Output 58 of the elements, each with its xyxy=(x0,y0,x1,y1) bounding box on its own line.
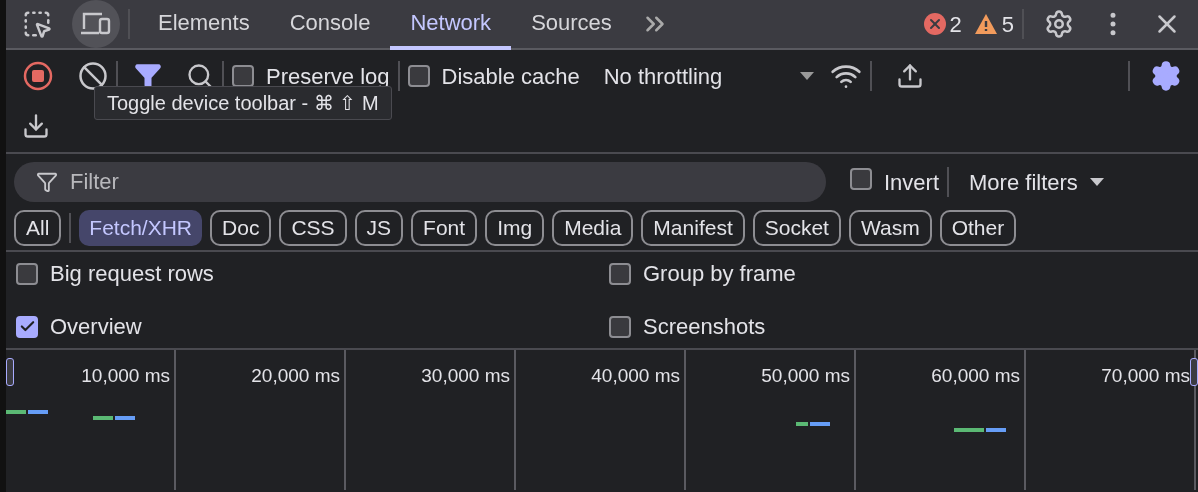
caret-icon xyxy=(1089,178,1104,186)
tooltip: Toggle device toolbar - ⌘ ⇧ M xyxy=(94,86,392,120)
panel-tab[interactable]: Network xyxy=(390,0,512,50)
checkbox[interactable] xyxy=(850,167,872,190)
checkbox[interactable] xyxy=(407,65,430,87)
error-count: 2 xyxy=(949,10,962,39)
settings-icon[interactable] xyxy=(1150,60,1182,92)
time-tick-label: 20,000 ms xyxy=(251,364,340,388)
type-filter-chip[interactable]: CSS xyxy=(279,210,347,246)
checkbox[interactable] xyxy=(16,262,38,285)
checkbox-label: Overview xyxy=(50,313,142,341)
panel-tab[interactable]: Sources xyxy=(511,0,632,50)
type-filter-chip[interactable]: Other xyxy=(939,210,1017,246)
time-tick-label: 30,000 ms xyxy=(421,364,510,388)
checkbox-label: Group by frame xyxy=(643,260,796,288)
clear-icon[interactable] xyxy=(78,61,108,91)
type-filter-chip[interactable]: All xyxy=(14,210,62,246)
caret-icon xyxy=(799,72,814,80)
time-tick-label: 10,000 ms xyxy=(81,364,170,388)
type-filter-chip[interactable]: Wasm xyxy=(848,210,932,246)
type-filter-chip[interactable]: Img xyxy=(485,210,545,246)
device-icon xyxy=(80,11,112,37)
checkbox-label: Screenshots xyxy=(643,313,766,341)
checkbox[interactable] xyxy=(16,315,38,338)
checkbox-label: Big request rows xyxy=(50,260,214,288)
type-filter-chip[interactable]: Font xyxy=(411,210,478,246)
filter-field[interactable]: Filter xyxy=(14,162,826,202)
warning-count: 5 xyxy=(1001,10,1014,39)
error-icon[interactable] xyxy=(923,13,946,35)
checkbox-label: Invert xyxy=(884,168,940,197)
select-element-icon[interactable] xyxy=(22,9,52,39)
checkbox[interactable] xyxy=(232,65,254,87)
time-tick-label: 40,000 ms xyxy=(591,364,680,388)
export-icon[interactable] xyxy=(22,112,50,140)
more-filters-dropdown[interactable]: More filters xyxy=(969,165,1104,199)
type-filter-chip[interactable]: Fetch/XHR xyxy=(79,210,203,246)
device-toolbar-button[interactable] xyxy=(72,0,120,48)
import-icon[interactable] xyxy=(895,62,924,90)
time-tick-label: 60,000 ms xyxy=(931,364,1020,388)
checkbox[interactable] xyxy=(609,315,631,338)
stop-recording-icon[interactable] xyxy=(22,60,54,92)
checkbox-label: Disable cache xyxy=(441,62,580,91)
filter-icon xyxy=(36,171,58,193)
type-filter-chip[interactable]: Doc xyxy=(210,210,272,246)
checkbox[interactable] xyxy=(609,262,631,285)
panel-tab[interactable]: Elements xyxy=(138,0,270,50)
warning-icon[interactable] xyxy=(973,13,998,35)
type-filter-chip[interactable]: Socket xyxy=(752,210,841,246)
settings-icon[interactable] xyxy=(1044,9,1074,39)
time-tick-label: 70,000 ms xyxy=(1101,364,1190,388)
type-filter-chip[interactable]: Media xyxy=(552,210,634,246)
type-filter-chip[interactable]: Manifest xyxy=(641,210,745,246)
left-range-handle[interactable] xyxy=(6,358,14,386)
right-range-handle[interactable] xyxy=(1190,358,1198,386)
panel-tab[interactable]: Console xyxy=(269,0,391,50)
time-tick-label: 50,000 ms xyxy=(761,364,850,388)
type-filter-chip[interactable]: JS xyxy=(354,210,404,246)
throttling-dropdown[interactable]: No throttling xyxy=(603,59,814,93)
